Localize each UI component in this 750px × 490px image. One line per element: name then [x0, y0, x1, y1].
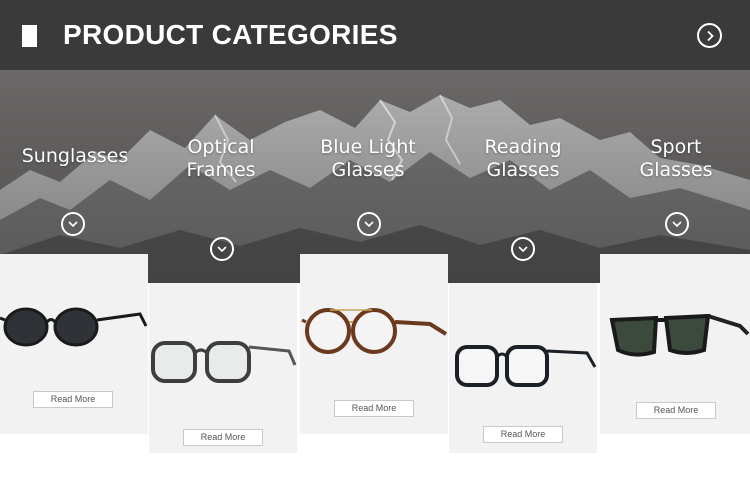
product-card-sport-glasses[interactable]: Read More: [600, 254, 750, 434]
chevron-down-circle-icon[interactable]: [511, 237, 535, 261]
product-card-sunglasses[interactable]: Read More: [0, 254, 148, 434]
product-card-blue-light-glasses[interactable]: Read More: [300, 254, 448, 434]
read-more-button[interactable]: Read More: [334, 400, 414, 417]
read-more-button[interactable]: Read More: [636, 402, 716, 419]
read-more-button[interactable]: Read More: [183, 429, 263, 446]
category-label-sunglasses[interactable]: Sunglasses: [0, 145, 150, 168]
chevron-right-circle-icon[interactable]: [697, 23, 722, 48]
header-square-icon: [22, 25, 37, 47]
chevron-down-circle-icon[interactable]: [357, 212, 381, 236]
read-more-button[interactable]: Read More: [33, 391, 113, 408]
chevron-down-circle-icon[interactable]: [210, 237, 234, 261]
product-card-optical-frames[interactable]: Read More: [149, 283, 297, 453]
read-more-button[interactable]: Read More: [483, 426, 563, 443]
section-title: PRODUCT CATEGORIES: [63, 19, 398, 50]
section-header: PRODUCT CATEGORIES: [0, 0, 750, 70]
product-card-reading-glasses[interactable]: Read More: [449, 283, 597, 453]
optical-frames-image: [151, 341, 297, 383]
category-label-blue-light-glasses[interactable]: Blue Light Glasses: [293, 136, 443, 182]
category-label-sport-glasses[interactable]: Sport Glasses: [601, 136, 750, 182]
category-label-optical-frames[interactable]: Optical Frames: [146, 136, 296, 182]
chevron-down-circle-icon[interactable]: [665, 212, 689, 236]
chevron-down-circle-icon[interactable]: [61, 212, 85, 236]
category-label-reading-glasses[interactable]: Reading Glasses: [448, 136, 598, 182]
